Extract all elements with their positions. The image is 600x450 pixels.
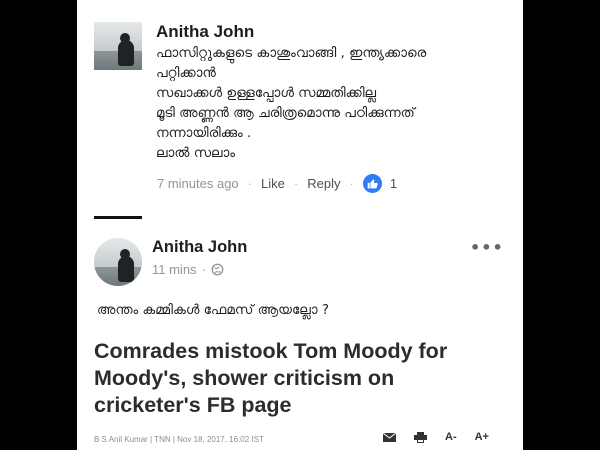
reply-button[interactable]: Reply xyxy=(307,176,340,191)
comment: Anitha John ഫാസിറ്റുകളുടെ കാശുംവാങ്ങി , … xyxy=(77,0,523,205)
post-meta: 11 mins · xyxy=(152,262,224,277)
separator-dot: · xyxy=(349,176,354,191)
headline-line: Moody's, shower criticism on xyxy=(94,366,395,390)
article-tools: A- A+ xyxy=(383,431,489,443)
font-increase-button[interactable]: A+ xyxy=(475,431,489,443)
email-icon[interactable] xyxy=(383,432,396,442)
article-byline: B S Anil Kumar | TNN | Nov 18, 2017, 16:… xyxy=(94,435,264,444)
post-timestamp[interactable]: 11 mins xyxy=(152,262,197,277)
globe-icon xyxy=(211,263,224,276)
post-author[interactable]: Anitha John xyxy=(152,238,247,257)
separator-dot: · xyxy=(247,176,253,191)
comment-actions: 7 minutes ago · Like · Reply · 1 xyxy=(157,174,397,193)
separator-dot: · xyxy=(201,262,206,277)
more-options-icon[interactable]: ••• xyxy=(470,238,504,257)
comment-line: പറ്റിക്കാൻ xyxy=(156,65,216,81)
comment-line: നന്നായിരിക്കും . xyxy=(156,125,252,141)
shared-article-headline[interactable]: Comrades mistook Tom Moody for Moody's, … xyxy=(94,338,514,419)
post-avatar[interactable] xyxy=(94,238,142,286)
separator-dot: · xyxy=(293,176,299,191)
headline-line: Comrades mistook Tom Moody for xyxy=(94,339,448,363)
comment-line: ലാൽ സലാം xyxy=(156,145,236,161)
comment-text: ഫാസിറ്റുകളുടെ കാശുംവാങ്ങി , ഇന്ത്യക്കാരെ… xyxy=(156,43,486,163)
comment-avatar[interactable] xyxy=(94,22,142,70)
font-decrease-button[interactable]: A- xyxy=(445,431,457,443)
comment-author[interactable]: Anitha John xyxy=(156,22,254,42)
post-text: അന്തം കമ്മികൾ ഫേമസ് ആയല്ലോ ? xyxy=(97,302,330,318)
like-count[interactable]: 1 xyxy=(390,176,397,191)
print-icon[interactable] xyxy=(414,431,427,443)
thumbs-up-icon[interactable] xyxy=(362,174,382,193)
like-button[interactable]: Like xyxy=(261,176,285,191)
section-divider xyxy=(94,216,142,219)
comment-line: മൂടി അണ്ണൻ ആ ചരിത്രമൊന്നു പഠിക്കുന്നത് xyxy=(156,105,415,121)
comment-timestamp[interactable]: 7 minutes ago xyxy=(157,176,239,191)
headline-line: cricketer's FB page xyxy=(94,393,292,417)
screenshot-frame: Anitha John ഫാസിറ്റുകളുടെ കാശുംവാങ്ങി , … xyxy=(77,0,523,450)
comment-line: സഖാക്കൾ ഉള്ളപ്പോൾ സമ്മതിക്കില്ല xyxy=(156,85,377,101)
comment-line: ഫാസിറ്റുകളുടെ കാശുംവാങ്ങി , ഇന്ത്യക്കാരെ xyxy=(156,45,427,61)
